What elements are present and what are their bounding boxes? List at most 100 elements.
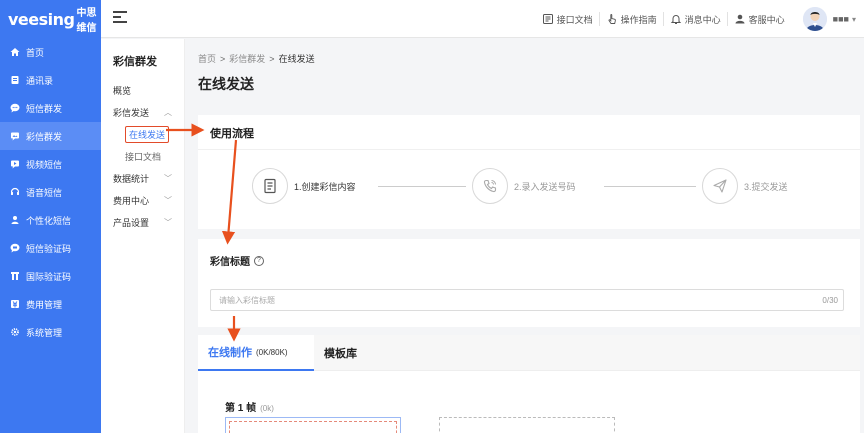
flow-step-submit: 3.提交发送: [702, 168, 788, 204]
frame-slot-2[interactable]: [439, 417, 615, 433]
avatar[interactable]: [802, 7, 827, 31]
user-name-text: ■■■: [832, 14, 849, 24]
sidebar-item-sms-code[interactable]: 短信验证码: [0, 234, 101, 262]
editor-tabs: 在线制作 (0K/80K) 模板库: [198, 335, 860, 371]
sidebar-item-label: 短信验证码: [26, 243, 72, 254]
mms-editor-card: 在线制作 (0K/80K) 模板库 第 1 帧 (0k): [198, 335, 860, 433]
chevron-down-icon: ▾: [851, 15, 856, 24]
breadcrumb-mms[interactable]: 彩信群发: [229, 54, 265, 64]
billing-icon: [10, 299, 20, 309]
home-icon: [10, 47, 20, 57]
sidebar: veesing 中思维信 首页 通讯录 短信群发 彩信群发 视频短信 语音短信: [0, 0, 101, 433]
submenu-title: 彩信群发: [113, 56, 157, 68]
submenu-item-product[interactable]: 产品设置 ﹀: [101, 211, 184, 233]
sidebar-item-sms[interactable]: 短信群发: [0, 94, 101, 122]
help-icon[interactable]: ?: [254, 255, 264, 266]
submenu-item-label: 产品设置: [113, 217, 150, 228]
chevron-down-icon: ﹀: [164, 173, 172, 183]
user-avatar-icon: [802, 7, 827, 31]
mms-title-input[interactable]: [210, 289, 844, 311]
sms-code-icon: [10, 243, 20, 253]
tab-online-make[interactable]: 在线制作 (0K/80K): [198, 335, 314, 371]
header-link-label: 客服中心: [748, 14, 785, 25]
submenu-item-label: 彩信发送: [113, 107, 150, 118]
api-doc-icon: [542, 14, 553, 24]
submenu-item-label: 费用中心: [113, 195, 150, 206]
voice-sms-icon: [10, 187, 20, 197]
mms-title-heading: 彩信标题 ?: [210, 253, 264, 268]
sidebar-item-label: 视频短信: [26, 159, 63, 170]
chevron-right-icon: >: [220, 54, 226, 64]
step-connector: [378, 186, 466, 187]
frame-label: 第 1 帧 (0k): [225, 399, 274, 414]
submenu-item-label: 概览: [113, 85, 132, 96]
sidebar-item-voice-sms[interactable]: 语音短信: [0, 178, 101, 206]
hand-pointer-icon: [608, 14, 616, 24]
submenu-item-label: 接口文档: [125, 151, 162, 162]
document-icon: [264, 178, 276, 194]
step-label: 1.创建彩信内容: [294, 181, 356, 192]
tab-quota: (0K/80K): [256, 347, 288, 357]
submenu-item-send[interactable]: 彩信发送 ︿: [101, 101, 184, 123]
flow-step-create: 1.创建彩信内容: [252, 168, 356, 204]
submenu-item-overview[interactable]: 概览: [101, 79, 184, 101]
header-link-support[interactable]: 客服中心: [726, 12, 791, 26]
sidebar-item-label: 个性化短信: [26, 215, 72, 226]
tab-label: 在线制作: [208, 347, 252, 359]
sidebar-item-label: 通讯录: [26, 75, 54, 86]
brand-logo[interactable]: veesing 中思维信: [0, 0, 101, 38]
header-link-label: 消息中心: [684, 14, 721, 25]
main-nav: 首页 通讯录 短信群发 彩信群发 视频短信 语音短信 个性化短信 短信验证码 国…: [0, 38, 101, 346]
sidebar-item-label: 系统管理: [26, 327, 63, 338]
tab-template-library[interactable]: 模板库: [314, 335, 367, 371]
header-link-messages[interactable]: 消息中心: [662, 12, 727, 26]
logo-text: veesing: [8, 9, 75, 29]
sidebar-item-billing[interactable]: 费用管理: [0, 290, 101, 318]
sidebar-item-settings[interactable]: 系统管理: [0, 318, 101, 346]
divider: [198, 149, 860, 150]
personalized-sms-icon: [10, 215, 20, 225]
frame-size: (0k): [260, 404, 274, 413]
page-title: 在线发送: [198, 76, 254, 92]
support-icon: [735, 14, 745, 24]
submenu-item-label: 数据统计: [113, 173, 150, 184]
frame-label-text: 第 1 帧: [225, 403, 257, 414]
header-links: 接口文档 操作指南 消息中心 客服中心 ■■■ ▾: [536, 0, 856, 38]
mms-title-card: 彩信标题 ? 0/30: [198, 239, 860, 327]
chevron-down-icon: ﹀: [164, 217, 172, 227]
sidebar-item-mms[interactable]: 彩信群发: [0, 122, 101, 150]
sidebar-item-contacts[interactable]: 通讯录: [0, 66, 101, 94]
menu-toggle-icon[interactable]: [113, 11, 127, 25]
bell-icon: [670, 15, 681, 24]
submenu-item-billing[interactable]: 费用中心 ﹀: [101, 189, 184, 211]
flow-title: 使用流程: [210, 128, 254, 140]
submenu-item-stats[interactable]: 数据统计 ﹀: [101, 167, 184, 189]
sidebar-item-label: 语音短信: [26, 187, 63, 198]
sidebar-item-video-sms[interactable]: 视频短信: [0, 150, 101, 178]
sidebar-item-label: 首页: [26, 47, 45, 58]
sidebar-item-label: 费用管理: [26, 299, 63, 310]
header-link-api-doc[interactable]: 接口文档: [536, 12, 599, 26]
frame-slot-1[interactable]: [225, 417, 401, 433]
submenu-item-send-online[interactable]: 在线发送: [101, 123, 184, 145]
user-name[interactable]: ■■■ ▾: [833, 14, 856, 24]
intl-code-icon: [10, 271, 20, 281]
sidebar-item-personalized-sms[interactable]: 个性化短信: [0, 206, 101, 234]
tab-label: 模板库: [324, 348, 357, 360]
sms-icon: [10, 103, 20, 113]
header-link-guide[interactable]: 操作指南: [598, 12, 663, 26]
header-link-label: 接口文档: [556, 14, 593, 25]
breadcrumb-current: 在线发送: [278, 54, 315, 64]
chevron-up-icon: ︿: [164, 107, 172, 117]
step-circle: [472, 168, 508, 204]
sidebar-item-home[interactable]: 首页: [0, 38, 101, 66]
submenu: 彩信群发 概览 彩信发送 ︿ 在线发送 接口文档 数据统计 ﹀ 费用中心 ﹀ 产品设置…: [101, 39, 185, 433]
main-content: 首页 > 彩信群发 > 在线发送 在线发送 使用流程 1.创建彩信内容 2.录入发送号码…: [186, 39, 864, 433]
breadcrumb-home[interactable]: 首页: [198, 54, 216, 64]
phone-call-icon: [483, 179, 497, 193]
submenu-item-api-doc[interactable]: 接口文档: [101, 145, 184, 167]
sidebar-item-intl-code[interactable]: 国际验证码: [0, 262, 101, 290]
contacts-icon: [10, 75, 20, 85]
step-label: 2.录入发送号码: [514, 181, 576, 192]
sidebar-item-label: 国际验证码: [26, 271, 72, 282]
